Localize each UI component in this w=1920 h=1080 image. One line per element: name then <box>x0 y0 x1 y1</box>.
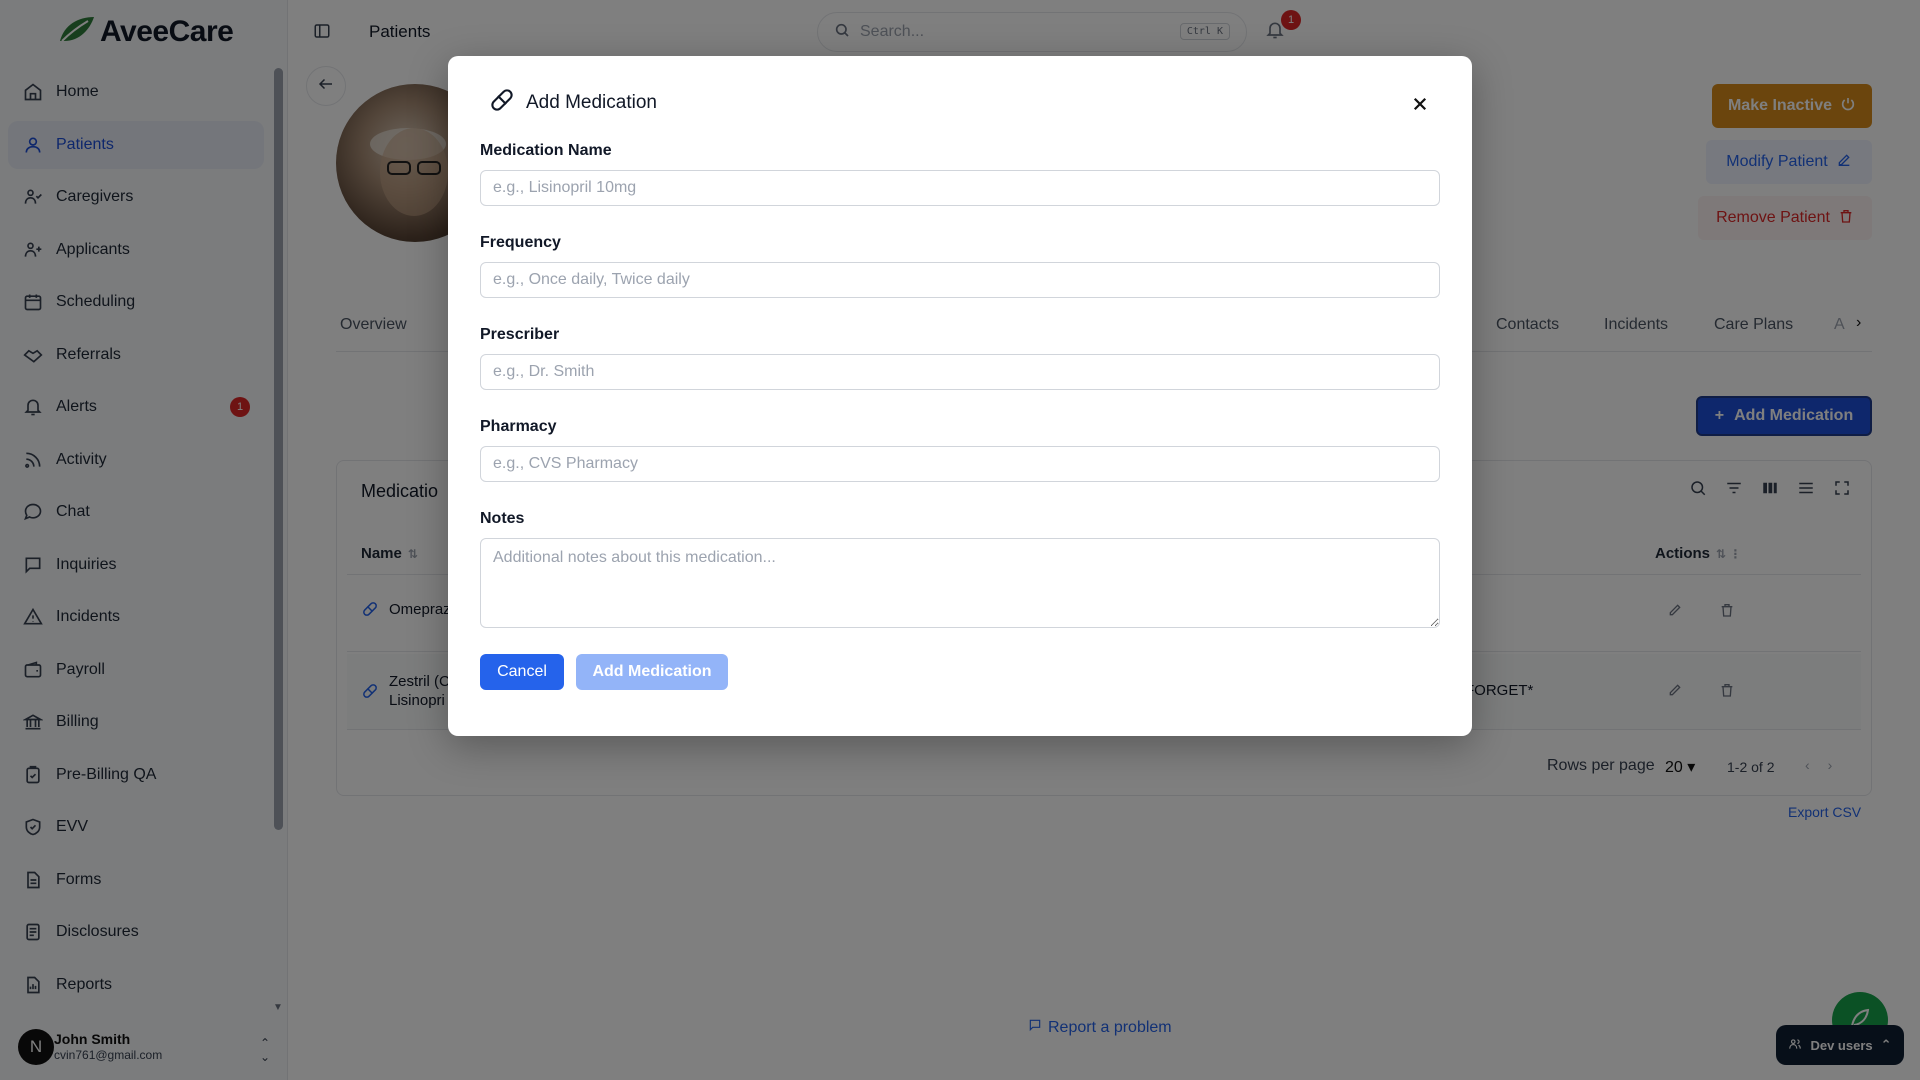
close-dialog-button[interactable] <box>1408 94 1432 118</box>
prescriber-label: Prescriber <box>480 326 560 343</box>
medication-name-label: Medication Name <box>480 142 612 159</box>
dialog-header: Add Medication <box>488 86 657 119</box>
close-icon <box>1411 95 1429 118</box>
pharmacy-label: Pharmacy <box>480 418 557 435</box>
prescriber-field[interactable] <box>480 354 1440 390</box>
submit-add-medication-button[interactable]: Add Medication <box>576 654 728 690</box>
pill-icon <box>488 86 516 119</box>
medication-name-field[interactable] <box>480 170 1440 206</box>
cancel-button[interactable]: Cancel <box>480 654 564 690</box>
notes-label: Notes <box>480 510 525 527</box>
frequency-label: Frequency <box>480 234 561 251</box>
notes-field[interactable] <box>480 538 1440 628</box>
add-medication-dialog: Add Medication Medication Name Frequency… <box>448 56 1472 736</box>
frequency-field[interactable] <box>480 262 1440 298</box>
pharmacy-field[interactable] <box>480 446 1440 482</box>
dialog-title: Add Medication <box>526 91 657 113</box>
